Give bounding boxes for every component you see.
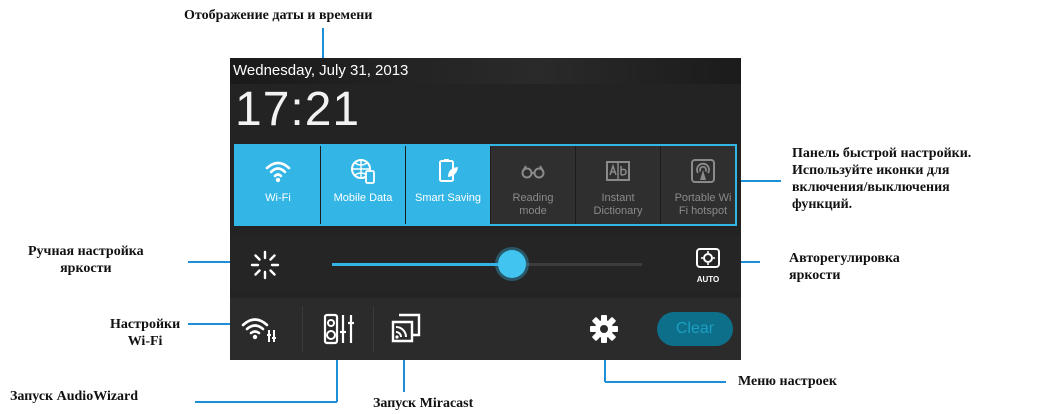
mobile-data-icon [351,159,375,184]
action-bar: Clear [230,298,741,360]
brightness-slider-thumb[interactable] [497,250,526,278]
notification-panel: Wednesday, July 31, 2013 17:21 Wi-Fi Mob… [230,58,741,360]
instant-dictionary-icon [606,161,630,181]
callout-audiowizard: Запуск AudioWizard [10,389,139,404]
quick-settings-panel: Wi-Fi Mobile Data Smart Saving Reading m… [234,144,737,226]
divider [302,306,303,352]
callout-settings-menu: Меню настроек [738,374,837,389]
tile-instant-dictionary-label: Instant Dictionary [593,192,643,217]
tile-smart-saving-label: Smart Saving [414,192,482,204]
settings-gear-icon[interactable] [588,313,620,345]
tile-instant-dictionary[interactable]: Instant Dictionary [576,146,661,224]
brightness-slider[interactable] [332,263,642,266]
tile-hotspot[interactable]: Portable Wi Fi hotspot [661,146,735,224]
status-bar: Wednesday, July 31, 2013 [230,58,741,84]
callout-manual-brightness: Ручная настройка яркости [28,244,144,276]
hotspot-icon [691,159,715,183]
manual-brightness-icon[interactable] [250,250,280,280]
auto-brightness-button[interactable]: AUTO [693,248,723,284]
reading-mode-icon [521,165,545,179]
tile-wifi[interactable]: Wi-Fi [236,146,321,224]
auto-brightness-icon [696,248,720,268]
callout-miracast: Запуск Miracast [373,396,474,411]
callout-quick-settings: Панель быстрой настройки. Используйте ик… [792,146,972,212]
time-display[interactable]: 17:21 [235,82,360,137]
clear-button[interactable]: Clear [657,312,733,346]
auto-brightness-label: AUTO [696,275,720,284]
tile-hotspot-label: Portable Wi Fi hotspot [674,192,732,217]
callout-auto-brightness: Авторегулировка яркости [789,251,900,283]
tile-smart-saving[interactable]: Smart Saving [406,146,491,224]
tile-reading-mode-label: Reading mode [512,192,554,217]
tile-mobile-data-label: Mobile Data [333,192,393,204]
tile-wifi-label: Wi-Fi [265,192,291,204]
callout-wifi-settings: Настройки Wi-Fi [110,317,181,349]
wifi-icon [265,161,291,183]
tile-reading-mode[interactable]: Reading mode [491,146,576,224]
smart-saving-icon [439,159,458,182]
miracast-icon[interactable] [390,312,422,344]
brightness-row: AUTO [230,236,741,292]
date-display: Wednesday, July 31, 2013 [233,62,409,79]
audiowizard-icon[interactable] [322,312,356,346]
tile-mobile-data[interactable]: Mobile Data [321,146,406,224]
brightness-slider-fill [332,263,512,266]
callout-date-time: Отображение даты и времени [184,8,373,23]
wifi-settings-icon[interactable] [240,314,278,344]
divider [373,306,374,352]
